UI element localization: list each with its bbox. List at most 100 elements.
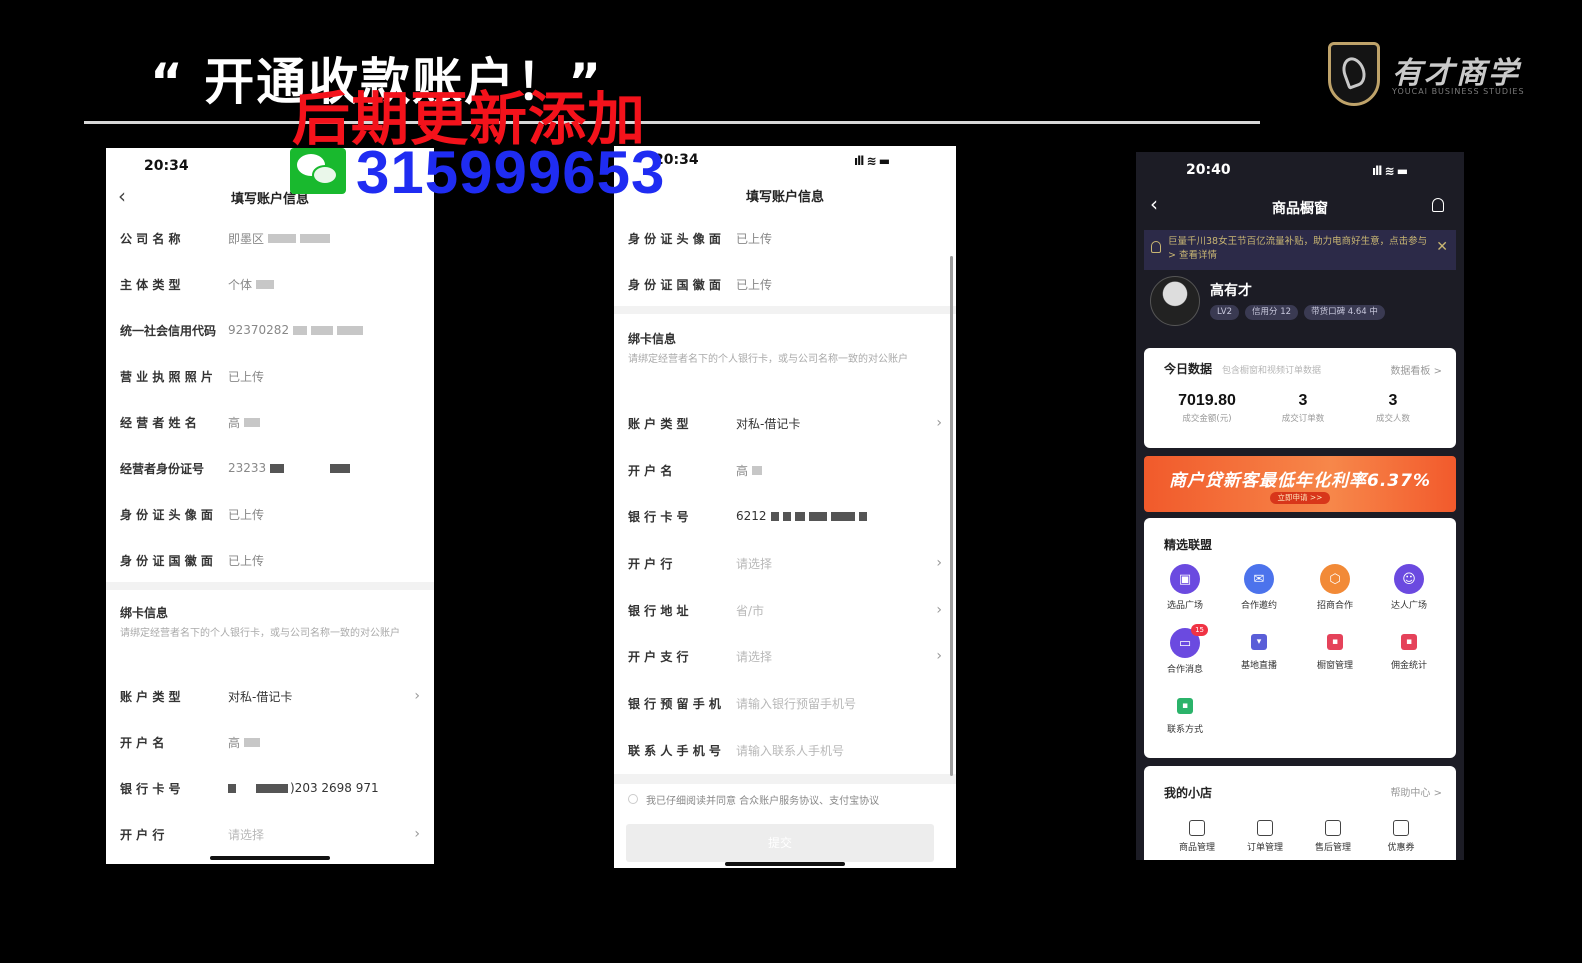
tool-product-mgmt[interactable]: 商品管理 [1162,820,1232,853]
form-row-id-back[interactable]: 身 份 证 国 徽 面已上传 [120,550,420,570]
bind-card-desc: 请绑定经营者名下的个人银行卡，或与公司名称一致的对公账户 [628,354,908,365]
form-row-entity-type[interactable]: 主 体 类 型个体 [120,274,420,294]
union-item-commission[interactable]: ▪ 佣金统计 [1374,628,1444,671]
loan-promo-banner[interactable]: 商户贷新客最低年化利率6.37% 立即申请 >> [1144,456,1456,512]
person-icon: ☺ [1394,564,1424,594]
form-row-card-number[interactable]: 银 行 卡 号)203 2698 971 [120,778,420,798]
phone-screen-3: 20:40 ıll ≋ ▬ ‹ 商品橱窗 巨量千川38女王节百亿流量补贴，助力电… [1136,152,1464,860]
chevron-right-icon: › [936,415,942,431]
form-row-operator-id[interactable]: 经营者身份证号 23233 [120,458,420,478]
chat-icon: ▭ 15 [1170,624,1208,658]
form-row-account-name[interactable]: 开 户 名高 [628,460,942,480]
form-row-credit-code[interactable]: 统一社会信用代码 92370282 [120,320,420,340]
signal-icon: ıll ≋ ▬ [1372,164,1408,178]
home-indicator [210,856,330,860]
today-data-subtitle: 包含橱窗和视频订单数据 [1222,366,1322,376]
chevron-right-icon: › [936,648,942,664]
chevron-right-icon: › [414,826,420,842]
form-row-contact-phone[interactable]: 联 系 人 手 机 号请输入联系人手机号 [628,740,942,760]
union-card: 精选联盟 ▣ 选品广场 ✉ 合作邀约 ⬡ 招商合作 ☺ 达人广场 ▭ 15 合作消息 ▾ 基地… [1144,518,1456,758]
status-time: 20:34 [144,158,189,174]
section-divider [106,582,434,590]
form-row-bank-address[interactable]: 银 行 地 址省/市 › [628,600,942,620]
bag-icon [1189,820,1205,836]
union-item-merchant[interactable]: ⬡ 招商合作 [1300,564,1370,611]
section-divider [614,774,956,784]
bind-card-desc: 请绑定经营者名下的个人银行卡，或与公司名称一致的对公账户 [120,628,400,639]
close-icon[interactable]: ✕ [1436,240,1448,254]
union-title: 精选联盟 [1164,538,1213,552]
tool-coupons[interactable]: 优惠券 [1366,820,1436,853]
union-item-window-mgmt[interactable]: ▪ 橱窗管理 [1300,628,1370,671]
form-row-branch[interactable]: 开 户 支 行请选择 › [628,646,942,666]
storefront-icon: ▪ [1327,634,1343,650]
form-row-license-photo[interactable]: 营 业 执 照 照 片已上传 [120,366,420,386]
title-divider [84,121,1260,124]
signal-icon: ıll ≋ ▬ [854,154,890,168]
shield-logo-icon [1328,42,1380,106]
wallet-icon: ▪ [1401,634,1417,650]
today-data-card: 今日数据 包含橱窗和视频订单数据 数据看板 > 7019.80 成交金额(元) 3… [1144,348,1456,448]
unread-badge: 15 [1191,624,1208,636]
chevron-right-icon: › [936,555,942,571]
tool-order-mgmt[interactable]: 订单管理 [1230,820,1300,853]
credit-badge: 信用分 12 [1245,305,1299,320]
status-time: 20:40 [1186,162,1231,178]
apply-button[interactable]: 立即申请 >> [1270,492,1330,504]
my-shop-title: 我的小店 [1164,786,1213,800]
user-name: 高有才 [1210,283,1252,299]
submit-button[interactable]: 提交 [626,824,934,862]
form-row-bank[interactable]: 开 户 行请选择 › [120,824,420,844]
help-center-link[interactable]: 帮助中心 > [1390,784,1442,799]
stat-amount: 7019.80 成交金额(元) [1178,392,1236,424]
form-row-bank-phone[interactable]: 银 行 预 留 手 机请输入银行预留手机号 [628,693,942,713]
form-row-id-front[interactable]: 身 份 证 头 像 面已上传 [628,228,942,248]
stat-buyers: 3 成交人数 [1375,392,1410,424]
bell-icon[interactable] [1432,198,1444,212]
agreement-checkbox[interactable] [628,794,638,804]
brand-logo: 有才商学 YOUCAI BUSINESS STUDIES [1322,40,1542,112]
form-row-account-type[interactable]: 账 户 类 型对私-借记卡 › [628,413,942,433]
union-item-product-square[interactable]: ▣ 选品广场 [1150,564,1220,611]
form-row-bank[interactable]: 开 户 行请选择 › [628,553,942,573]
tool-after-sales[interactable]: 售后管理 [1298,820,1368,853]
union-item-messages[interactable]: ▭ 15 合作消息 [1150,624,1220,675]
union-item-creator-square[interactable]: ☺ 达人广场 [1374,564,1444,611]
form-row-card-number[interactable]: 银 行 卡 号 6212 [628,506,942,526]
bell-icon [1151,241,1161,253]
handshake-icon: ⬡ [1320,564,1350,594]
contact-card-icon: ▪ [1177,698,1193,714]
form-row-account-name[interactable]: 开 户 名高 [120,732,420,752]
reputation-badge: 带货口碑 4.64 中 [1304,305,1385,320]
page-title: 商品橱窗 [1272,201,1328,217]
home-indicator [725,862,845,866]
user-badges: LV2 信用分 12 带货口碑 4.64 中 [1210,305,1385,320]
scrollbar[interactable] [950,256,953,776]
stat-orders: 3 成交订单数 [1281,392,1325,424]
agreement-text[interactable]: 我已仔细阅读并同意 合众账户服务协议、支付宝协议 [646,792,879,807]
union-item-base-live[interactable]: ▾ 基地直播 [1224,628,1294,671]
chevron-right-icon: › [414,688,420,704]
data-dashboard-link[interactable]: 数据看板 > [1390,362,1442,377]
form-row-id-front[interactable]: 身 份 证 头 像 面已上传 [120,504,420,524]
wechat-icon [290,148,346,194]
bind-card-title: 绑卡信息 [120,606,169,620]
form-row-account-type[interactable]: 账 户 类 型对私-借记卡 › [120,686,420,706]
level-badge: LV2 [1210,305,1240,320]
order-icon [1257,820,1273,836]
bind-card-title: 绑卡信息 [628,332,677,346]
union-item-invite[interactable]: ✉ 合作邀约 [1224,564,1294,611]
my-shop-card: 我的小店 帮助中心 > 商品管理 订单管理 售后管理 优惠券 [1144,766,1456,860]
avatar[interactable] [1150,276,1200,326]
logo-name: 有才商学 [1392,56,1520,91]
logo-subtitle: YOUCAI BUSINESS STUDIES [1392,87,1525,96]
phone-screen-2: 20:34 ıll ≋ ▬ 填写账户信息 身 份 证 头 像 面已上传 身 份 … [614,146,956,868]
phone-screen-1: 20:34 ‹ 填写账户信息 公 司 名 称即墨区 主 体 类 型个体 统一社会… [106,148,434,864]
return-icon [1325,820,1341,836]
form-row-id-back[interactable]: 身 份 证 国 徽 面已上传 [628,274,942,294]
form-row-company[interactable]: 公 司 名 称即墨区 [120,228,420,248]
overlay-number: 315999653 [356,139,666,206]
notice-banner[interactable]: 巨量千川38女王节百亿流量补贴，助力电商好生意，点击参与> 查看详情 ✕ [1144,230,1456,270]
union-item-contact[interactable]: ▪ 联系方式 [1150,692,1220,735]
form-row-operator-name[interactable]: 经 营 者 姓 名高 [120,412,420,432]
